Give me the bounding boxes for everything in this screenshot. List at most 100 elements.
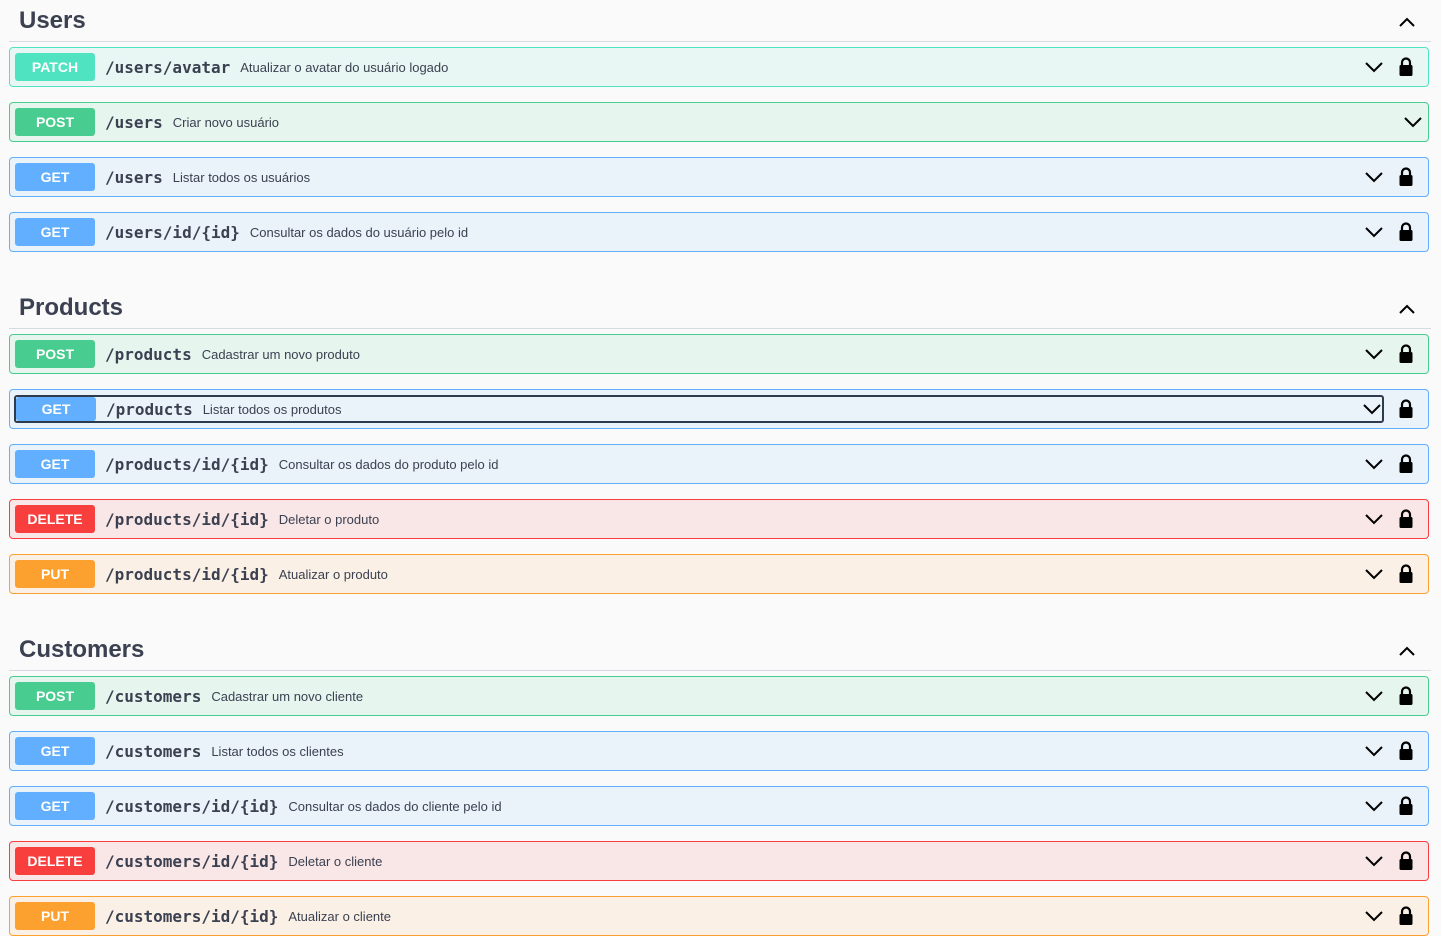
operation-summary[interactable]: GET/customers Listar todos os clientes [10, 732, 1428, 770]
operation-path[interactable]: /customers [105, 687, 201, 706]
method-badge[interactable]: GET [15, 218, 95, 246]
operation-row[interactable]: POST/users Criar novo usuário [9, 102, 1429, 142]
method-badge[interactable]: GET [16, 397, 96, 421]
operation-row[interactable]: GET/customers Listar todos os clientes [9, 731, 1429, 771]
operation-path[interactable]: /products/id/{id} [105, 510, 269, 529]
operation-summary[interactable]: DELETE/products/id/{id} Deletar o produto [10, 500, 1428, 538]
chevron-down-icon[interactable] [1364, 60, 1384, 74]
tag-header[interactable]: Users [9, 0, 1431, 42]
operation-summary[interactable]: POST/products Cadastrar um novo produto [10, 335, 1428, 373]
operation-summary[interactable]: PATCH/users/avatar Atualizar o avatar do … [10, 48, 1428, 86]
method-badge[interactable]: DELETE [15, 505, 95, 533]
method-badge[interactable]: DELETE [15, 847, 95, 875]
chevron-down-icon[interactable] [1364, 744, 1384, 758]
chevron-down-icon[interactable] [1364, 225, 1384, 239]
method-badge[interactable]: PUT [15, 560, 95, 588]
chevron-down-icon[interactable] [1364, 512, 1384, 526]
chevron-down-icon[interactable] [1364, 689, 1384, 703]
operation-row[interactable]: PUT/customers/id/{id} Atualizar o cliente [9, 896, 1429, 936]
chevron-down-icon[interactable] [1364, 909, 1384, 923]
operations-list: POST/customers Cadastrar um novo cliente G… [0, 671, 1441, 936]
lock-icon[interactable] [1398, 57, 1414, 77]
operation-path[interactable]: /products/id/{id} [105, 455, 269, 474]
method-badge[interactable]: GET [15, 737, 95, 765]
lock-icon[interactable] [1398, 851, 1414, 871]
method-badge[interactable]: PATCH [15, 53, 95, 81]
lock-icon[interactable] [1398, 167, 1414, 187]
operation-path[interactable]: /customers/id/{id} [105, 907, 278, 926]
operations-list: PATCH/users/avatar Atualizar o avatar do … [0, 42, 1441, 252]
operation-row[interactable]: DELETE/customers/id/{id} Deletar o client… [9, 841, 1429, 881]
tag-section-customers: Customers POST/customers Cadastrar um novo… [0, 629, 1441, 936]
operation-row[interactable]: GET/products Listar todos os produtos [9, 389, 1429, 429]
operation-summary[interactable]: PUT/customers/id/{id} Atualizar o cliente [10, 897, 1428, 935]
tag-title[interactable]: Customers [19, 636, 144, 664]
operation-path[interactable]: /customers [105, 742, 201, 761]
operation-path[interactable]: /users [105, 113, 163, 132]
lock-icon[interactable] [1398, 509, 1414, 529]
tag-section-users: Users PATCH/users/avatar Atualizar o avata… [0, 0, 1441, 287]
lock-icon[interactable] [1398, 454, 1414, 474]
operation-summary[interactable]: GET/customers/id/{id} Consultar os dados … [10, 787, 1428, 825]
operation-summary[interactable]: GET/users Listar todos os usuários [10, 158, 1428, 196]
operation-path[interactable]: /users [105, 168, 163, 187]
method-badge[interactable]: POST [15, 340, 95, 368]
operation-row[interactable]: GET/products/id/{id} Consultar os dados d… [9, 444, 1429, 484]
tag-title[interactable]: Products [19, 294, 123, 322]
method-badge[interactable]: GET [15, 792, 95, 820]
operation-row[interactable]: PUT/products/id/{id} Atualizar o produto [9, 554, 1429, 594]
chevron-down-icon[interactable] [1364, 457, 1384, 471]
lock-icon[interactable] [1398, 399, 1414, 419]
operation-row[interactable]: GET/users/id/{id} Consultar os dados do u… [9, 212, 1429, 252]
operation-path[interactable]: /products [106, 400, 193, 419]
operation-path[interactable]: /users/avatar [105, 58, 230, 77]
operation-row[interactable]: GET/users Listar todos os usuários [9, 157, 1429, 197]
operation-summary[interactable]: DELETE/customers/id/{id} Deletar o client… [10, 842, 1428, 880]
method-badge[interactable]: GET [15, 163, 95, 191]
operation-row[interactable]: POST/customers Cadastrar um novo cliente [9, 676, 1429, 716]
chevron-up-icon[interactable] [1397, 640, 1417, 660]
lock-icon[interactable] [1398, 741, 1414, 761]
operation-row[interactable]: DELETE/products/id/{id} Deletar o produto [9, 499, 1429, 539]
operation-summary[interactable]: GET/products Listar todos os produtos [14, 395, 1384, 423]
operation-path[interactable]: /products/id/{id} [105, 565, 269, 584]
lock-icon[interactable] [1398, 686, 1414, 706]
chevron-down-icon[interactable] [1364, 347, 1384, 361]
method-badge[interactable]: PUT [15, 902, 95, 930]
operation-summary[interactable]: GET/products/id/{id} Consultar os dados d… [10, 445, 1428, 483]
chevron-down-icon[interactable] [1364, 170, 1384, 184]
operation-summary[interactable]: GET/users/id/{id} Consultar os dados do u… [10, 213, 1428, 251]
operation-description: Cadastrar um novo produto [201, 346, 360, 362]
operation-description: Deletar o produto [278, 511, 380, 527]
operations-list: POST/products Cadastrar um novo produto GE… [0, 329, 1441, 594]
operation-path[interactable]: /customers/id/{id} [105, 797, 278, 816]
lock-icon[interactable] [1398, 564, 1414, 584]
chevron-down-icon[interactable] [1364, 799, 1384, 813]
chevron-down-icon[interactable] [1364, 854, 1384, 868]
chevron-up-icon[interactable] [1397, 11, 1417, 31]
method-badge[interactable]: POST [15, 682, 95, 710]
tag-header[interactable]: Products [9, 287, 1431, 329]
operation-path[interactable]: /customers/id/{id} [105, 852, 278, 871]
lock-icon[interactable] [1398, 344, 1414, 364]
operation-path[interactable]: /products [105, 345, 192, 364]
operation-path[interactable]: /users/id/{id} [105, 223, 240, 242]
operation-row[interactable]: PATCH/users/avatar Atualizar o avatar do … [9, 47, 1429, 87]
operation-summary[interactable]: POST/users Criar novo usuário [10, 103, 1428, 141]
chevron-down-icon[interactable] [1364, 567, 1384, 581]
chevron-down-icon[interactable] [1403, 115, 1423, 129]
operation-row[interactable]: POST/products Cadastrar um novo produto [9, 334, 1429, 374]
lock-icon[interactable] [1398, 906, 1414, 926]
operation-summary[interactable]: PUT/products/id/{id} Atualizar o produto [10, 555, 1428, 593]
tag-header[interactable]: Customers [9, 629, 1431, 671]
method-badge[interactable]: POST [15, 108, 95, 136]
lock-icon[interactable] [1398, 796, 1414, 816]
operation-row[interactable]: GET/customers/id/{id} Consultar os dados … [9, 786, 1429, 826]
tag-title[interactable]: Users [19, 7, 86, 35]
chevron-down-icon[interactable] [1362, 402, 1382, 416]
method-badge[interactable]: GET [15, 450, 95, 478]
chevron-up-icon[interactable] [1397, 298, 1417, 318]
operation-summary[interactable]: POST/customers Cadastrar um novo cliente [10, 677, 1428, 715]
lock-icon[interactable] [1398, 222, 1414, 242]
